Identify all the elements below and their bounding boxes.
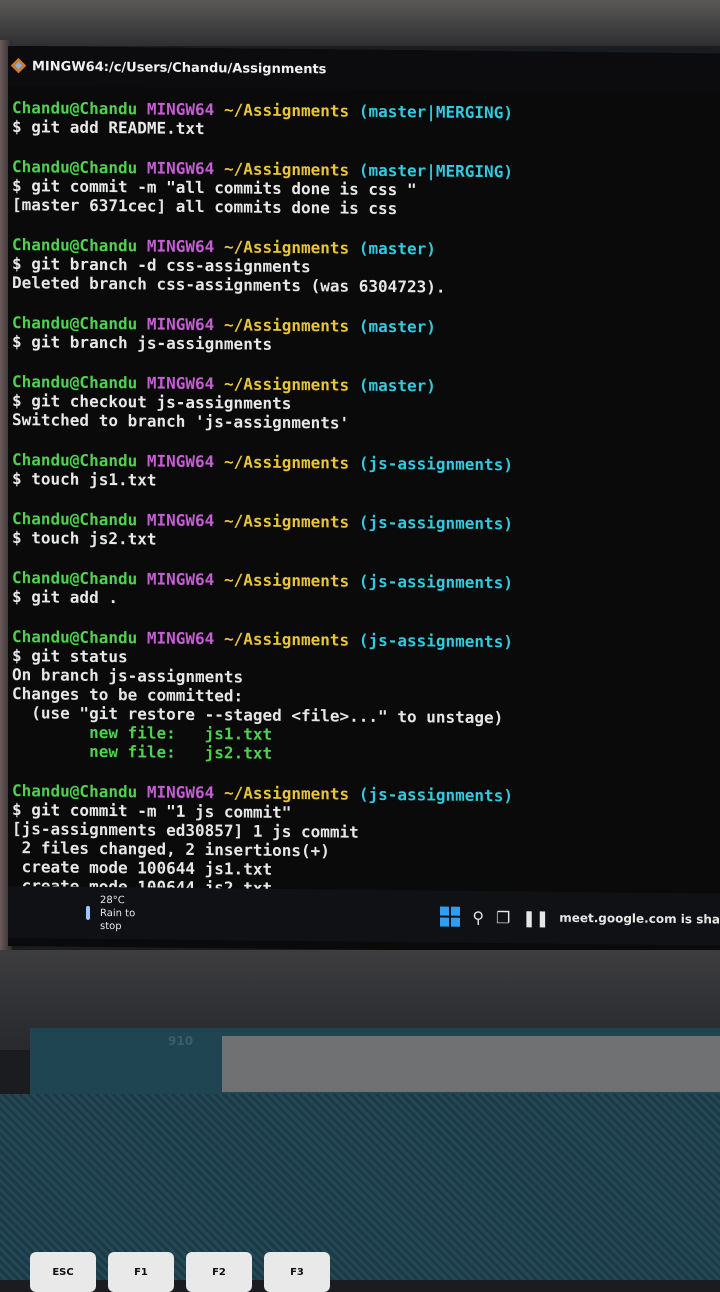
laptop-screen: MINGW64:/c/Users/Chandu/Assignments Chan… (8, 46, 720, 954)
prompt-host: MINGW64 (146, 158, 215, 179)
prompt-path: ~/Assignments (223, 315, 350, 336)
staged-filename: js1.txt (175, 723, 273, 744)
prompt-user: Chandu@Chandu (12, 568, 138, 589)
weather-widget[interactable]: 28°C Rain to stop (86, 893, 140, 933)
prompt-host: MINGW64 (146, 451, 215, 472)
prompt-host: MINGW64 (146, 510, 215, 531)
prompt-user: Chandu@Chandu (12, 627, 138, 648)
prompt-path: ~/Assignments (223, 570, 350, 591)
prompt-branch: (master) (358, 316, 436, 337)
prompt-branch: (master) (358, 375, 436, 396)
prompt-path: ~/Assignments (223, 100, 350, 121)
prompt-branch: (js-assignments) (358, 571, 513, 593)
prompt-host: MINGW64 (146, 314, 215, 335)
weather-description: Rain to stop (100, 907, 136, 932)
prompt-branch: (master) (358, 238, 436, 259)
prompt-branch: (master|MERGING) (358, 101, 513, 123)
key-esc: ESC (30, 1252, 96, 1292)
prompt-host: MINGW64 (146, 373, 215, 394)
prompt-user: Chandu@Chandu (12, 372, 138, 393)
prompt-user: Chandu@Chandu (12, 450, 138, 471)
prompt-host: MINGW64 (146, 628, 215, 649)
key-f2: F2 (186, 1252, 252, 1292)
prompt-path: ~/Assignments (223, 783, 350, 804)
prompt-path: ~/Assignments (223, 511, 350, 532)
prompt-user: Chandu@Chandu (12, 509, 138, 530)
rain-icon (86, 905, 91, 920)
staged-filename: js2.txt (175, 742, 273, 763)
prompt-host: MINGW64 (146, 569, 215, 590)
prompt-path: ~/Assignments (223, 629, 350, 650)
prompt-branch: (master|MERGING) (358, 160, 513, 182)
window-title: MINGW64:/c/Users/Chandu/Assignments (32, 58, 327, 77)
prompt-user: Chandu@Chandu (12, 157, 138, 178)
prompt-user: Chandu@Chandu (12, 313, 138, 334)
prompt-user: Chandu@Chandu (12, 781, 138, 802)
prompt-path: ~/Assignments (223, 452, 350, 473)
prompt-host: MINGW64 (146, 236, 215, 257)
prompt-branch: (js-assignments) (358, 453, 513, 475)
terminal-output[interactable]: Chandu@Chandu MINGW64 ~/Assignments (mas… (12, 98, 712, 940)
pause-sharing-icon[interactable]: ❚❚ (522, 908, 549, 927)
prompt-path: ~/Assignments (223, 374, 350, 395)
windows-taskbar: 28°C Rain to stop ⚲ ❐ ❚❚ meet.google.com… (8, 886, 720, 946)
laptop-bezel-top (0, 0, 720, 46)
staged-status: new file: (12, 741, 176, 762)
weather-temperature: 28°C (100, 894, 125, 906)
prompt-user: Chandu@Chandu (12, 98, 138, 119)
prompt-branch: (js-assignments) (358, 512, 513, 534)
prompt-user: Chandu@Chandu (12, 235, 138, 256)
laptop-model-label: 910 (168, 1034, 194, 1048)
prompt-branch: (js-assignments) (358, 630, 513, 652)
hinge-panel (222, 1036, 720, 1092)
screen-share-notice: meet.google.com is sha (559, 910, 720, 927)
terminal-titlebar[interactable]: MINGW64:/c/Users/Chandu/Assignments (8, 46, 720, 94)
prompt-path: ~/Assignments (223, 237, 350, 258)
key-f1: F1 (108, 1252, 174, 1292)
prompt-path: ~/Assignments (223, 159, 350, 180)
prompt-host: MINGW64 (146, 99, 215, 120)
prompt-host: MINGW64 (146, 782, 215, 803)
key-f3: F3 (264, 1252, 330, 1292)
prompt-branch: (js-assignments) (358, 784, 513, 806)
task-view-icon[interactable]: ❐ (496, 908, 510, 927)
git-bash-icon (12, 59, 26, 73)
staged-status: new file: (12, 722, 176, 743)
function-key-row: ESC F1 F2 F3 (30, 1252, 330, 1292)
windows-start-icon[interactable] (440, 906, 461, 927)
search-icon[interactable]: ⚲ (472, 907, 484, 926)
